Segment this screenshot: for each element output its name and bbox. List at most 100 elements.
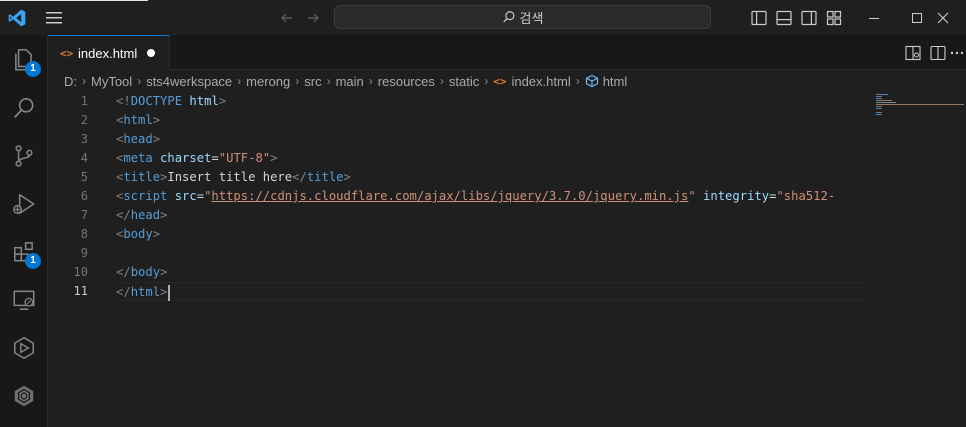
unsaved-dot-icon[interactable] <box>147 49 156 57</box>
chevron-right-icon: › <box>137 74 142 88</box>
chevron-right-icon: › <box>237 74 242 88</box>
token-punct: <! <box>116 94 131 108</box>
editor-tab-bar: <> index.html <box>48 35 966 70</box>
gitlens-icon[interactable] <box>0 372 48 420</box>
code-line-10[interactable]: </body> <box>116 263 868 282</box>
run-and-debug-icon[interactable] <box>0 180 48 228</box>
token-punct: > <box>152 113 161 127</box>
open-preview-icon[interactable] <box>904 44 922 62</box>
title-bar: 검색 <box>0 0 966 35</box>
breadcrumb-item[interactable]: main <box>336 74 364 89</box>
source-control-icon[interactable] <box>0 132 48 180</box>
breadcrumb-item[interactable]: MyTool <box>91 74 132 89</box>
text-cursor <box>168 284 171 301</box>
breadcrumb-item[interactable]: sts4werkspace <box>146 74 232 89</box>
token-string: " <box>688 189 696 203</box>
go-forward-icon[interactable] <box>303 8 323 28</box>
breadcrumb-file[interactable]: index.html <box>511 74 570 89</box>
more-actions-icon[interactable] <box>949 44 965 62</box>
breadcrumb: D: › MyTool › sts4werkspace › merong › s… <box>48 70 966 92</box>
token-punct: > <box>160 285 168 299</box>
token-punct: > <box>152 227 161 241</box>
token-attribute: html <box>189 94 219 108</box>
code-line-4[interactable]: <meta charset="UTF-8"> <box>116 149 868 168</box>
line-number: 4 <box>80 151 88 165</box>
tab-label: index.html <box>78 45 138 61</box>
chevron-right-icon: › <box>326 74 331 88</box>
application-menu-icon[interactable] <box>42 8 66 28</box>
toggle-primary-sidebar-icon[interactable] <box>749 8 769 28</box>
spring-boot-dashboard-icon[interactable] <box>0 324 48 372</box>
code-editor[interactable]: 1 2 3 4 5 6 7 8 9 10 11 <!DOCTYPE html> … <box>48 92 966 427</box>
code-lines[interactable]: <!DOCTYPE html> <html> <head> <meta char… <box>116 92 868 301</box>
breadcrumb-symbol[interactable]: html <box>603 74 628 89</box>
toggle-secondary-sidebar-icon[interactable] <box>799 8 819 28</box>
token-tag-name: meta <box>123 151 153 165</box>
minimap-line <box>876 100 892 101</box>
token-punct: > <box>152 132 161 146</box>
remote-explorer-icon[interactable] <box>0 276 48 324</box>
line-number-active: 11 <box>73 284 88 298</box>
breadcrumb-item[interactable]: src <box>304 74 321 89</box>
command-center-label: 검색 <box>519 10 544 26</box>
code-line-11[interactable]: </html> <box>116 282 868 301</box>
token-attribute: charset <box>160 151 212 165</box>
token-attribute: src <box>174 189 197 203</box>
code-line-2[interactable]: <html> <box>116 111 868 130</box>
command-center-search[interactable]: 검색 <box>334 5 711 29</box>
code-line-5[interactable]: <title>Insert title here</title> <box>116 168 868 187</box>
close-window-icon[interactable] <box>920 0 966 35</box>
token-tag-name: html <box>130 285 161 299</box>
breadcrumb-item[interactable]: static <box>449 74 479 89</box>
vscode-logo-icon <box>7 8 27 28</box>
token-punct: > <box>160 265 168 279</box>
line-number: 7 <box>80 208 88 222</box>
search-icon[interactable] <box>0 84 48 132</box>
minimap-line <box>876 114 882 115</box>
minimap-line <box>876 112 882 113</box>
tab-index-html[interactable]: <> index.html <box>48 35 170 70</box>
minimap-line <box>876 98 882 99</box>
token-tag-name: head <box>130 208 161 222</box>
explorer-badge: 1 <box>25 61 41 77</box>
extensions-badge: 1 <box>25 253 41 269</box>
code-line-6[interactable]: <script src="https://cdnjs.cloudflare.co… <box>116 187 868 206</box>
code-line-8[interactable]: <body> <box>116 225 868 244</box>
split-editor-icon[interactable] <box>929 44 947 62</box>
code-line-7[interactable]: </head> <box>116 206 868 225</box>
token-tag-name: body <box>123 227 153 241</box>
token-tag-name: body <box>130 265 161 279</box>
token-string: "sha512- <box>776 189 836 203</box>
code-line-1[interactable]: <!DOCTYPE html> <box>116 92 868 111</box>
minimap-line <box>876 96 882 97</box>
breadcrumb-item[interactable]: D: <box>64 74 77 89</box>
explorer-icon[interactable]: 1 <box>0 36 48 84</box>
breadcrumb-item[interactable]: resources <box>378 74 435 89</box>
code-line-9[interactable] <box>116 244 868 263</box>
customize-layout-icon[interactable] <box>824 8 844 28</box>
token-tag-name: html <box>123 113 153 127</box>
minimize-window-icon[interactable] <box>851 0 897 35</box>
token-string: "UTF-8" <box>218 151 271 165</box>
breadcrumb-item[interactable]: merong <box>246 74 290 89</box>
token-tag-name: title <box>306 170 344 184</box>
token-tag-name: title <box>123 170 161 184</box>
minimap[interactable] <box>868 92 966 427</box>
go-back-icon[interactable] <box>277 8 297 28</box>
script-src-link[interactable]: https://cdnjs.cloudflare.com/ajax/libs/j… <box>211 189 688 203</box>
token-attribute: integrity <box>703 189 770 203</box>
token-punct: > <box>218 94 227 108</box>
code-line-3[interactable]: <head> <box>116 130 868 149</box>
minimap-line <box>876 104 964 105</box>
extensions-icon[interactable]: 1 <box>0 228 48 276</box>
token-punct: </ <box>116 208 131 222</box>
minimap-line <box>876 108 882 109</box>
chevron-right-icon: › <box>368 74 373 88</box>
line-number: 2 <box>80 113 88 127</box>
token-keyword: DOCTYPE <box>130 94 183 108</box>
toggle-panel-icon[interactable] <box>774 8 794 28</box>
token-punct: > <box>160 208 168 222</box>
token-punct: > <box>270 151 278 165</box>
